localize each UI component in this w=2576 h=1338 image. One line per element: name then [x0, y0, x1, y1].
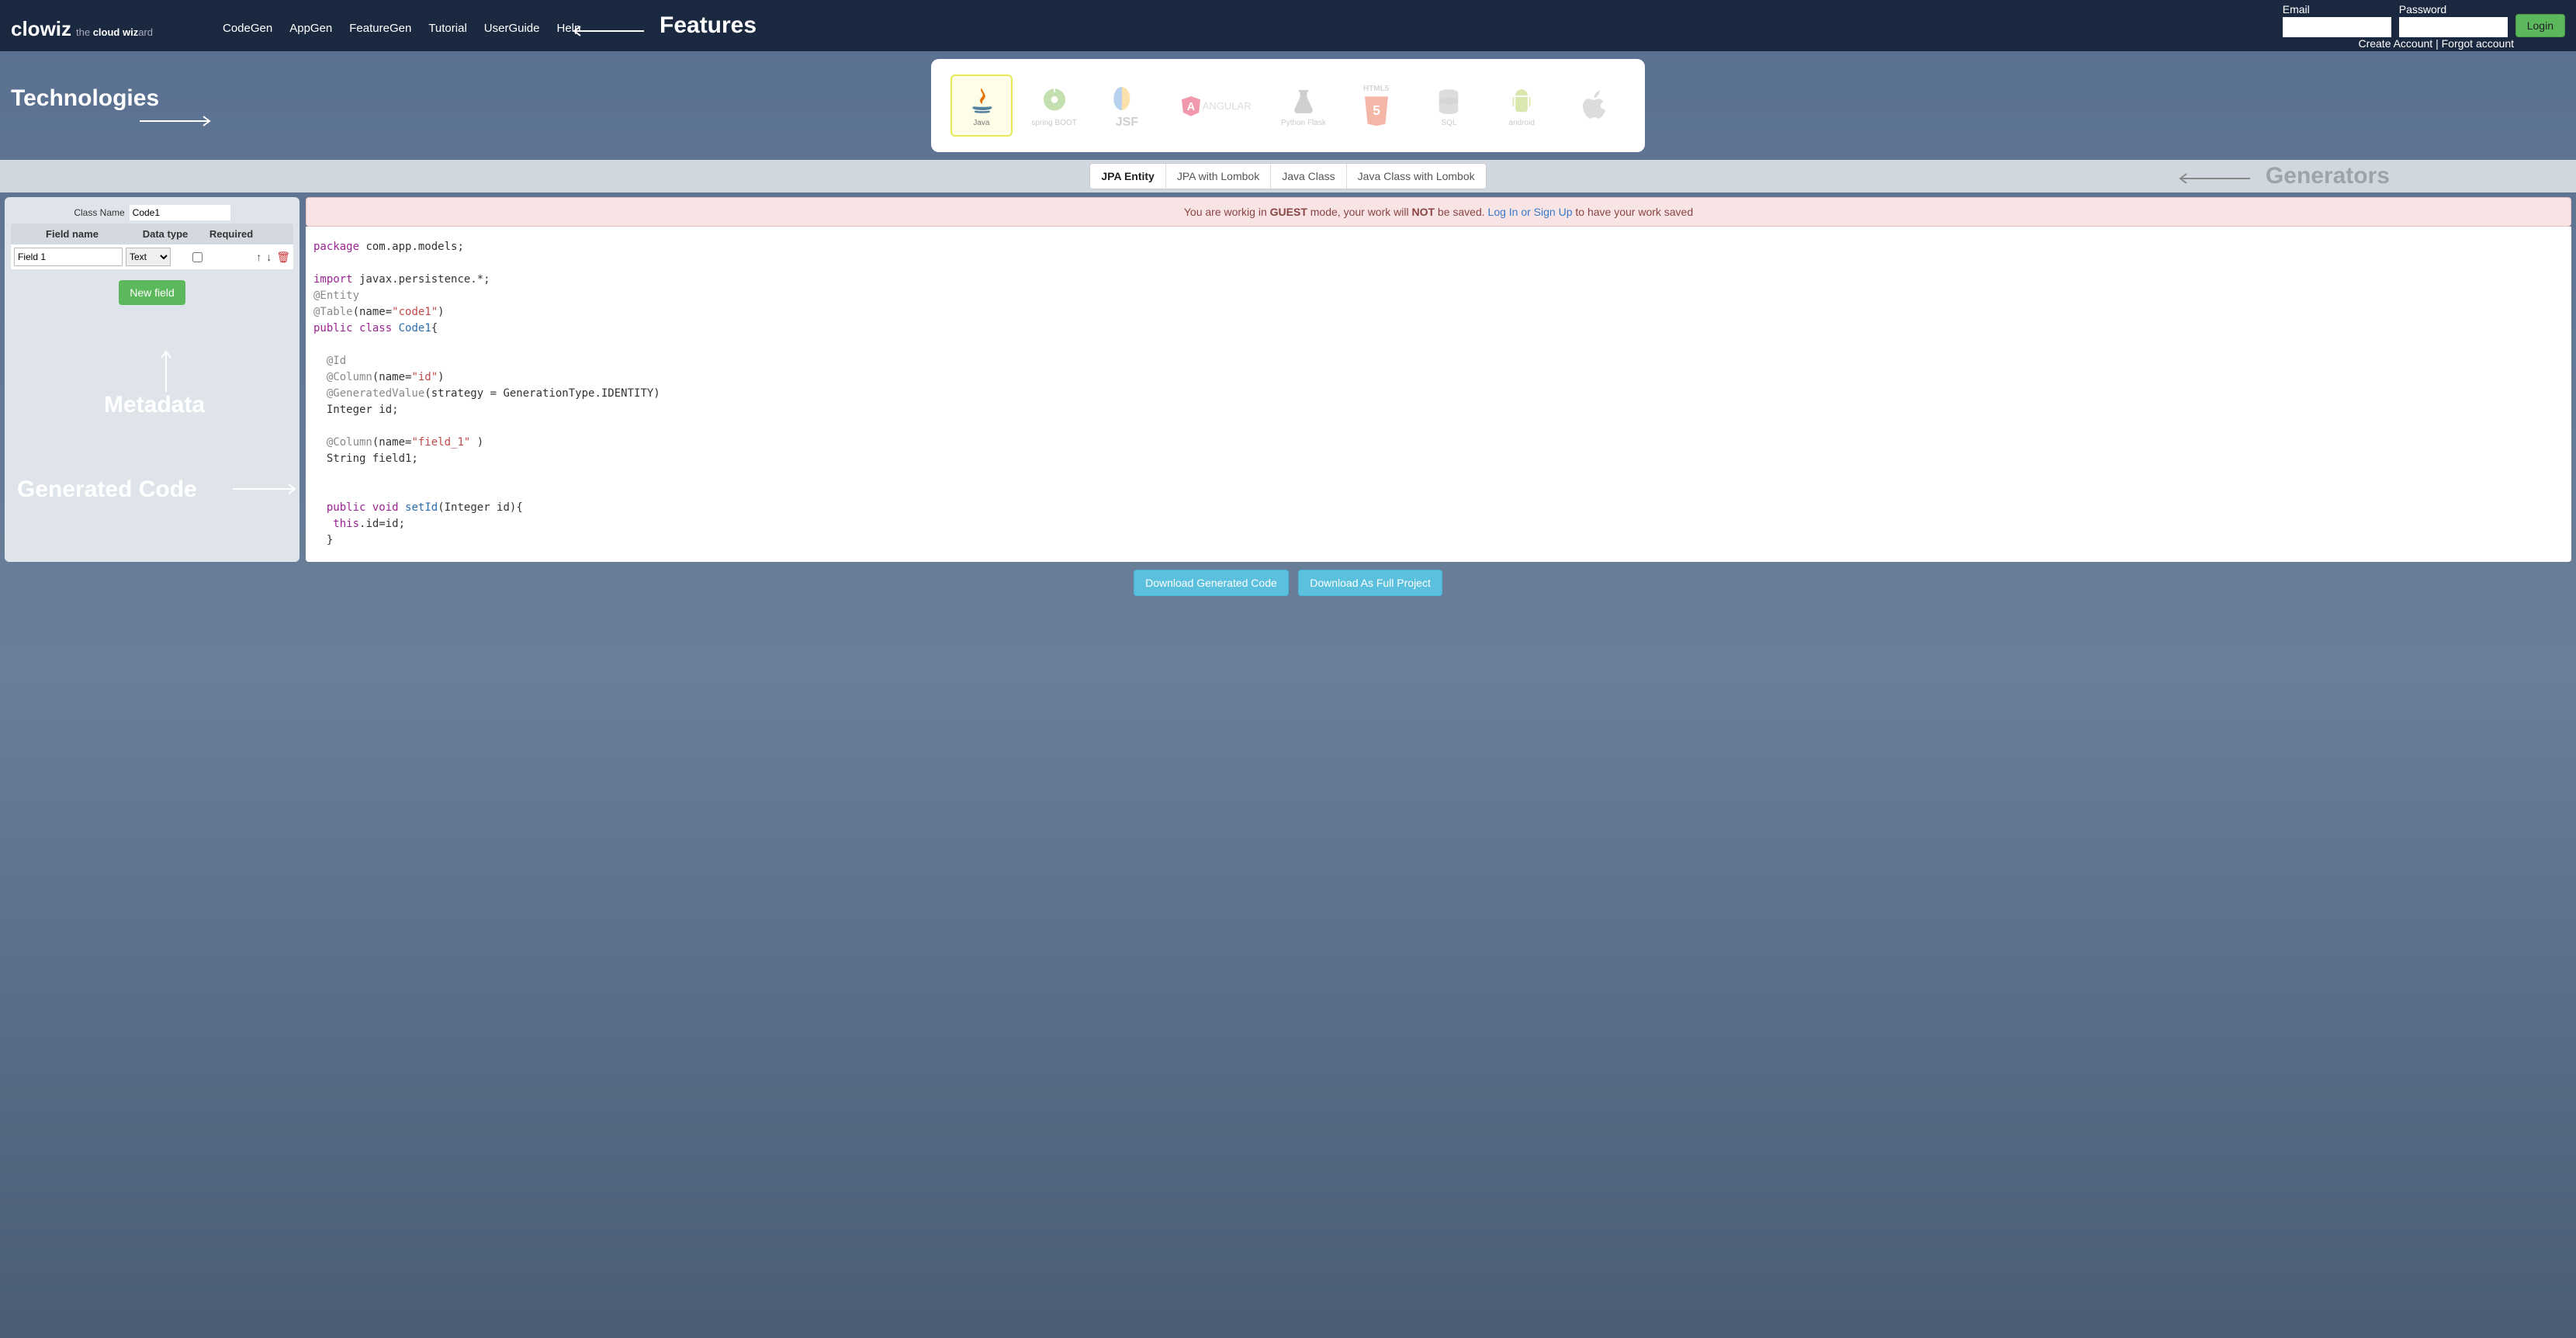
technologies-arrow-icon [140, 113, 217, 129]
tab-java-class[interactable]: Java Class [1271, 164, 1346, 189]
sql-icon [1432, 85, 1466, 119]
tech-label: HTML5 [1363, 85, 1389, 93]
tech-spring[interactable]: spring BOOT [1023, 75, 1085, 137]
generated-code[interactable]: package com.app.models; import javax.per… [306, 227, 2571, 562]
field-name-input[interactable] [14, 248, 123, 266]
logo-text: clowiz [11, 17, 71, 41]
col-field-name: Field name [14, 228, 130, 240]
main-area: Class Name Field name Data type Required… [0, 197, 2576, 562]
download-code-button[interactable]: Download Generated Code [1134, 570, 1289, 596]
new-field-button[interactable]: New field [119, 280, 185, 305]
apple-icon [1577, 88, 1612, 123]
metadata-annotation: Metadata [104, 392, 205, 418]
download-bar: Download Generated Code Download As Full… [0, 562, 2576, 604]
generators-arrow-icon [2173, 171, 2250, 186]
tech-label: Java [973, 119, 989, 127]
table-row: Text ↑ ↓ 🗑 [11, 244, 293, 269]
tech-java[interactable]: Java [950, 75, 1013, 137]
tab-java-lombok[interactable]: Java Class with Lombok [1347, 164, 1486, 189]
tech-sql[interactable]: SQL [1418, 75, 1480, 137]
tech-label: JSF [1116, 116, 1138, 130]
generated-code-arrow-icon [233, 481, 303, 497]
header-bar: clowiz the cloud wizard CodeGen AppGen F… [0, 0, 2576, 51]
tech-jsf[interactable]: JSF [1096, 75, 1158, 137]
html5-icon: 5 [1359, 93, 1394, 127]
technologies-card: Java spring BOOT JSF A ANGULAR Python Fl… [931, 59, 1645, 152]
generator-bar: JPA Entity JPA with Lombok Java Class Ja… [0, 160, 2576, 192]
nav-tutorial[interactable]: Tutorial [428, 22, 466, 35]
technologies-section: Technologies Java spring BOOT JSF A ANGU… [0, 51, 2576, 152]
angular-icon: A [1179, 94, 1203, 117]
login-signup-link[interactable]: Log In or Sign Up [1488, 206, 1573, 218]
metadata-table-header: Field name Data type Required [11, 224, 293, 244]
tech-label: spring BOOT [1031, 119, 1076, 127]
nav-userguide[interactable]: UserGuide [484, 22, 540, 35]
tech-label: android [1509, 119, 1535, 127]
tab-jpa-entity[interactable]: JPA Entity [1090, 164, 1165, 189]
android-icon [1504, 85, 1539, 119]
tech-label: SQL [1441, 119, 1456, 127]
flask-icon [1286, 85, 1321, 119]
features-label: Features [660, 12, 757, 39]
required-checkbox[interactable] [192, 252, 203, 262]
password-field[interactable] [2399, 17, 2508, 37]
login-links: Create Account | Forgot account [2358, 37, 2514, 50]
generator-tabs: JPA Entity JPA with Lombok Java Class Ja… [1089, 163, 1486, 189]
nav-appgen[interactable]: AppGen [289, 22, 332, 35]
tech-ios[interactable] [1563, 75, 1626, 137]
nav-codegen[interactable]: CodeGen [223, 22, 272, 35]
class-name-label: Class Name [74, 207, 124, 218]
class-name-input[interactable] [130, 205, 230, 220]
move-down-icon[interactable]: ↓ [266, 251, 272, 263]
delete-icon[interactable]: 🗑 [276, 251, 290, 264]
create-account-link[interactable]: Create Account [2358, 37, 2432, 50]
metadata-arrow-icon [158, 345, 174, 392]
svg-text:A: A [1187, 101, 1196, 113]
svg-text:5: 5 [1373, 102, 1380, 118]
tech-angular[interactable]: A ANGULAR [1169, 75, 1262, 137]
technologies-label: Technologies [11, 85, 159, 112]
tech-label: ANGULAR [1203, 100, 1252, 112]
forgot-account-link[interactable]: Forgot account [2442, 37, 2514, 50]
jsf-icon [1110, 81, 1144, 116]
java-icon [964, 85, 999, 119]
code-panel: You are workig in GUEST mode, your work … [306, 197, 2571, 562]
spring-icon [1037, 85, 1072, 119]
top-nav: CodeGen AppGen FeatureGen Tutorial UserG… [223, 22, 580, 35]
nav-featuregen[interactable]: FeatureGen [349, 22, 411, 35]
features-arrow-icon [566, 23, 644, 39]
metadata-panel: Class Name Field name Data type Required… [5, 197, 299, 562]
generated-code-annotation: Generated Code [17, 477, 197, 503]
tech-flask[interactable]: Python Flask [1272, 75, 1335, 137]
password-label: Password [2399, 3, 2508, 16]
guest-alert: You are workig in GUEST mode, your work … [306, 197, 2571, 227]
move-up-icon[interactable]: ↑ [256, 251, 261, 263]
email-field[interactable] [2283, 17, 2391, 37]
col-required: Required [200, 228, 262, 240]
email-label: Email [2283, 3, 2391, 16]
logo-tagline: the cloud wizard [76, 26, 153, 38]
login-button[interactable]: Login [2515, 14, 2565, 37]
tab-jpa-lombok[interactable]: JPA with Lombok [1166, 164, 1271, 189]
tech-label: Python Flask [1281, 119, 1326, 127]
col-data-type: Data type [130, 228, 200, 240]
login-box: Email Password Login [2283, 3, 2565, 37]
logo[interactable]: clowiz the cloud wizard [11, 17, 153, 41]
download-project-button[interactable]: Download As Full Project [1298, 570, 1442, 596]
generators-label: Generators [2266, 163, 2390, 189]
tech-android[interactable]: android [1491, 75, 1553, 137]
data-type-select[interactable]: Text [126, 248, 171, 266]
tech-html[interactable]: HTML5 5 [1345, 75, 1407, 137]
